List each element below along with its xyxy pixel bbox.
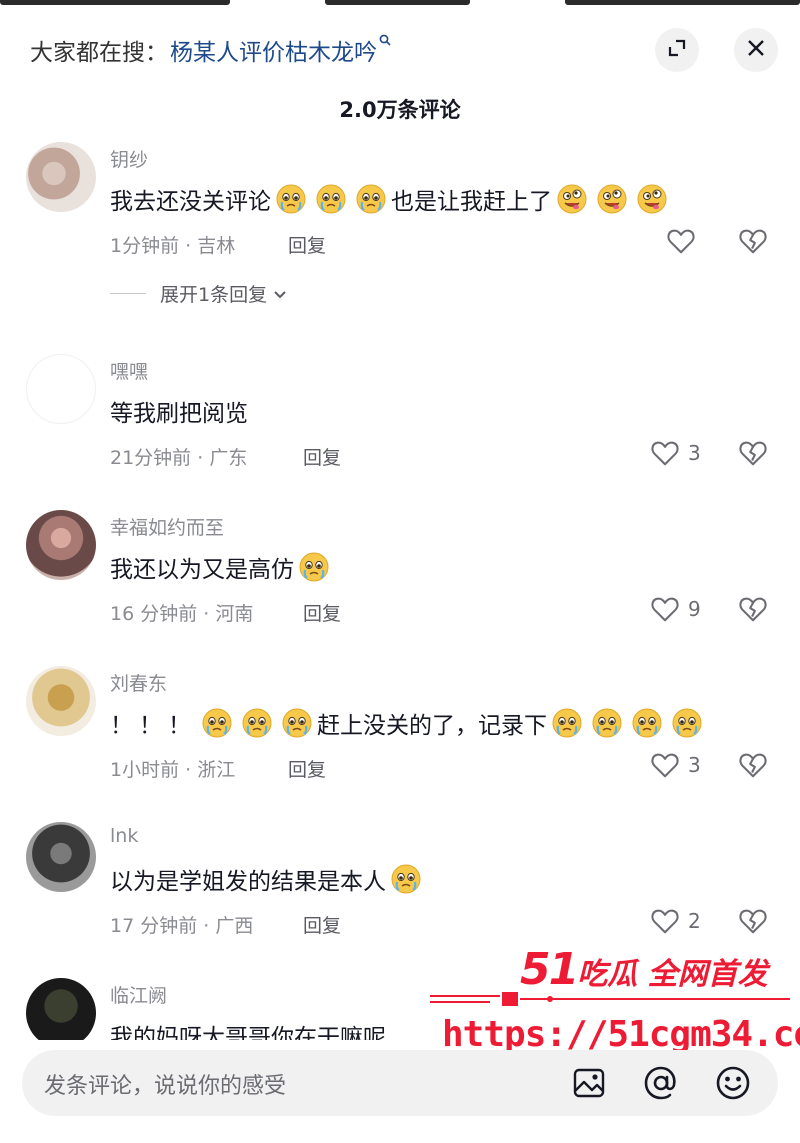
comment-text: 以为是学姐发的结果是本人 [110,862,426,896]
comment-username[interactable]: 幸福如约而至 [110,513,224,540]
comment-username[interactable]: lnk [110,825,138,847]
like-count: 3 [688,441,701,465]
trending-search-prefix: 大家都在搜： [30,40,168,66]
crying-emoji-icon [355,183,387,215]
comment-text: 我还以为又是高仿 [110,550,334,584]
watermark-overlay: 51吃瓜 全网首发 https://51cgm34.com [430,938,800,1058]
reply-button[interactable]: 回复 [288,231,326,258]
dislike-button[interactable] [738,750,768,784]
search-icon [379,34,391,50]
like-button[interactable] [666,226,704,256]
dislike-button[interactable] [738,438,768,472]
crying-emoji-icon [275,183,307,215]
like-button[interactable]: 3 [650,438,701,468]
heart-icon [650,438,680,468]
avatar[interactable] [26,822,96,892]
crying-emoji-icon [281,707,313,739]
drooling-emoji-icon [596,183,628,215]
comment-username[interactable]: 临江阙 [110,981,167,1008]
comment-text: 我去还没关评论 也是让我赶上了 [110,182,672,216]
expand-icon [667,38,687,62]
crying-emoji-icon [551,707,583,739]
comment-count-title: 2.0万条评论 [339,98,461,122]
mention-icon[interactable] [642,1064,680,1102]
like-count: 3 [688,753,701,777]
crying-emoji-icon [201,707,233,739]
dislike-button[interactable] [738,594,768,628]
like-button[interactable]: 2 [650,906,701,936]
crying-emoji-icon [390,863,422,895]
expand-button[interactable] [655,28,699,72]
dislike-button[interactable] [738,226,768,260]
like-count: 2 [688,909,701,933]
comment-text: 我的妈呀大哥哥你在干嘛呢 [110,1025,386,1040]
avatar[interactable] [26,142,96,212]
heart-icon [650,906,680,936]
chevron-down-icon [273,283,287,305]
comment-meta: 1分钟前 · 吉林 [110,235,236,257]
like-button[interactable]: 9 [650,594,701,624]
divider-line [110,293,146,294]
comment-text: ！！！ 赶上没关的了，记录下 [110,706,707,740]
comment-meta: 17 分钟前 · 广西 [110,915,254,937]
comment-username[interactable]: 钥纱 [110,145,148,172]
like-count: 9 [688,597,701,621]
close-button[interactable] [734,28,778,72]
avatar[interactable] [26,354,96,424]
comment-input-bar[interactable]: 发条评论，说说你的感受 [22,1050,778,1116]
broken-heart-icon [738,438,768,468]
top-status-strip [0,0,800,8]
crying-emoji-icon [591,707,623,739]
comment-meta: 1小时前 · 浙江 [110,759,236,781]
watermark-url: https://51cgm34.com [442,1014,800,1055]
heart-icon [650,594,680,624]
comment-input-placeholder[interactable]: 发条评论，说说你的感受 [44,1068,286,1100]
expand-replies-label: 展开1条回复 [160,284,268,306]
emoji-icon[interactable] [714,1064,752,1102]
heart-icon [650,750,680,780]
avatar[interactable] [26,666,96,736]
broken-heart-icon [738,226,768,256]
reply-button[interactable]: 回复 [288,755,326,782]
avatar[interactable] [26,978,96,1040]
dislike-button[interactable] [738,906,768,940]
image-icon[interactable] [570,1064,608,1102]
trending-search-term[interactable]: 杨某人评价枯木龙吟 [170,33,377,67]
reply-button[interactable]: 回复 [303,911,341,938]
broken-heart-icon [738,750,768,780]
crying-emoji-icon [315,183,347,215]
drooling-emoji-icon [636,183,668,215]
comment-meta: 21分钟前 · 广东 [110,447,248,469]
broken-heart-icon [738,906,768,936]
like-button[interactable]: 3 [650,750,701,780]
crying-emoji-icon [241,707,273,739]
expand-replies-button[interactable]: 展开1条回复 [110,280,287,307]
reply-button[interactable]: 回复 [303,443,341,470]
comment-username[interactable]: 刘春东 [110,669,167,696]
drooling-emoji-icon [556,183,588,215]
broken-heart-icon [738,594,768,624]
watermark-brand: 51吃瓜 全网首发 [520,944,768,995]
heart-icon [666,226,696,256]
comment-text: 等我刷把阅览 [110,401,248,427]
comment-meta: 16 分钟前 · 河南 [110,603,254,625]
trending-search-bar[interactable]: 大家都在搜： 杨某人评价枯木龙吟 [30,30,391,70]
close-icon [746,38,766,62]
avatar[interactable] [26,510,96,580]
crying-emoji-icon [298,551,330,583]
crying-emoji-icon [671,707,703,739]
reply-button[interactable]: 回复 [303,599,341,626]
comment-username[interactable]: 嘿嘿 [110,357,148,384]
crying-emoji-icon [631,707,663,739]
